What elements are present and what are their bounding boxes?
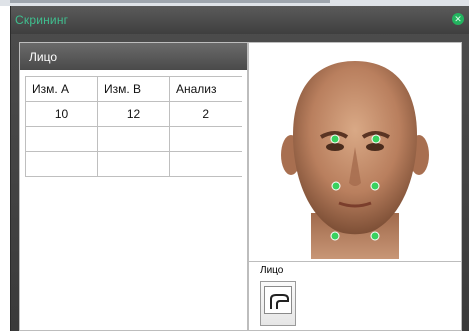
close-icon[interactable]: ✕ — [452, 13, 464, 25]
face-profile-button[interactable] — [260, 281, 296, 326]
marker-left-eye[interactable] — [330, 134, 340, 144]
left-eye — [326, 143, 344, 151]
tab-line — [10, 0, 330, 3]
right-eye — [366, 143, 384, 151]
section-label: Лицо — [260, 265, 284, 276]
face-measurements-panel: Лицо Изм. А Изм. В Анализ 10 12 2 — [19, 42, 248, 331]
marker-left-nose[interactable] — [331, 181, 341, 191]
table-cell[interactable]: 10 — [25, 101, 98, 127]
table-cell[interactable] — [25, 151, 98, 177]
marker-right-mouth[interactable] — [370, 231, 380, 241]
table-row[interactable] — [25, 126, 242, 152]
table-header-row: Изм. А Изм. В Анализ — [25, 76, 242, 102]
table-cell[interactable] — [169, 151, 242, 177]
marker-left-mouth[interactable] — [330, 231, 340, 241]
panel-header: Лицо — [20, 43, 247, 70]
table-cell[interactable] — [169, 126, 242, 152]
table-cell[interactable] — [97, 151, 170, 177]
window-title: Скрининг — [15, 13, 69, 27]
face-image-area — [249, 43, 461, 259]
window-titlebar: Скрининг ✕ — [11, 6, 469, 34]
table-cell[interactable]: 12 — [97, 101, 170, 127]
panel-divider — [249, 261, 461, 262]
marker-right-eye[interactable] — [371, 134, 381, 144]
column-header-b[interactable]: Изм. В — [97, 76, 170, 102]
column-header-a[interactable]: Изм. А — [25, 76, 98, 102]
panel-title: Лицо — [29, 50, 57, 64]
table-cell[interactable]: 2 — [169, 101, 242, 127]
marker-right-nose[interactable] — [370, 181, 380, 191]
face-illustration — [281, 61, 429, 259]
face-image-panel: Лицо — [248, 42, 462, 331]
measurements-table: Изм. А Изм. В Анализ 10 12 2 — [25, 76, 242, 177]
profile-face-icon — [264, 286, 292, 314]
table-cell[interactable] — [25, 126, 98, 152]
column-header-analysis[interactable]: Анализ — [169, 76, 242, 102]
table-cell[interactable] — [97, 126, 170, 152]
table-row[interactable]: 10 12 2 — [25, 101, 242, 127]
table-row[interactable] — [25, 151, 242, 177]
